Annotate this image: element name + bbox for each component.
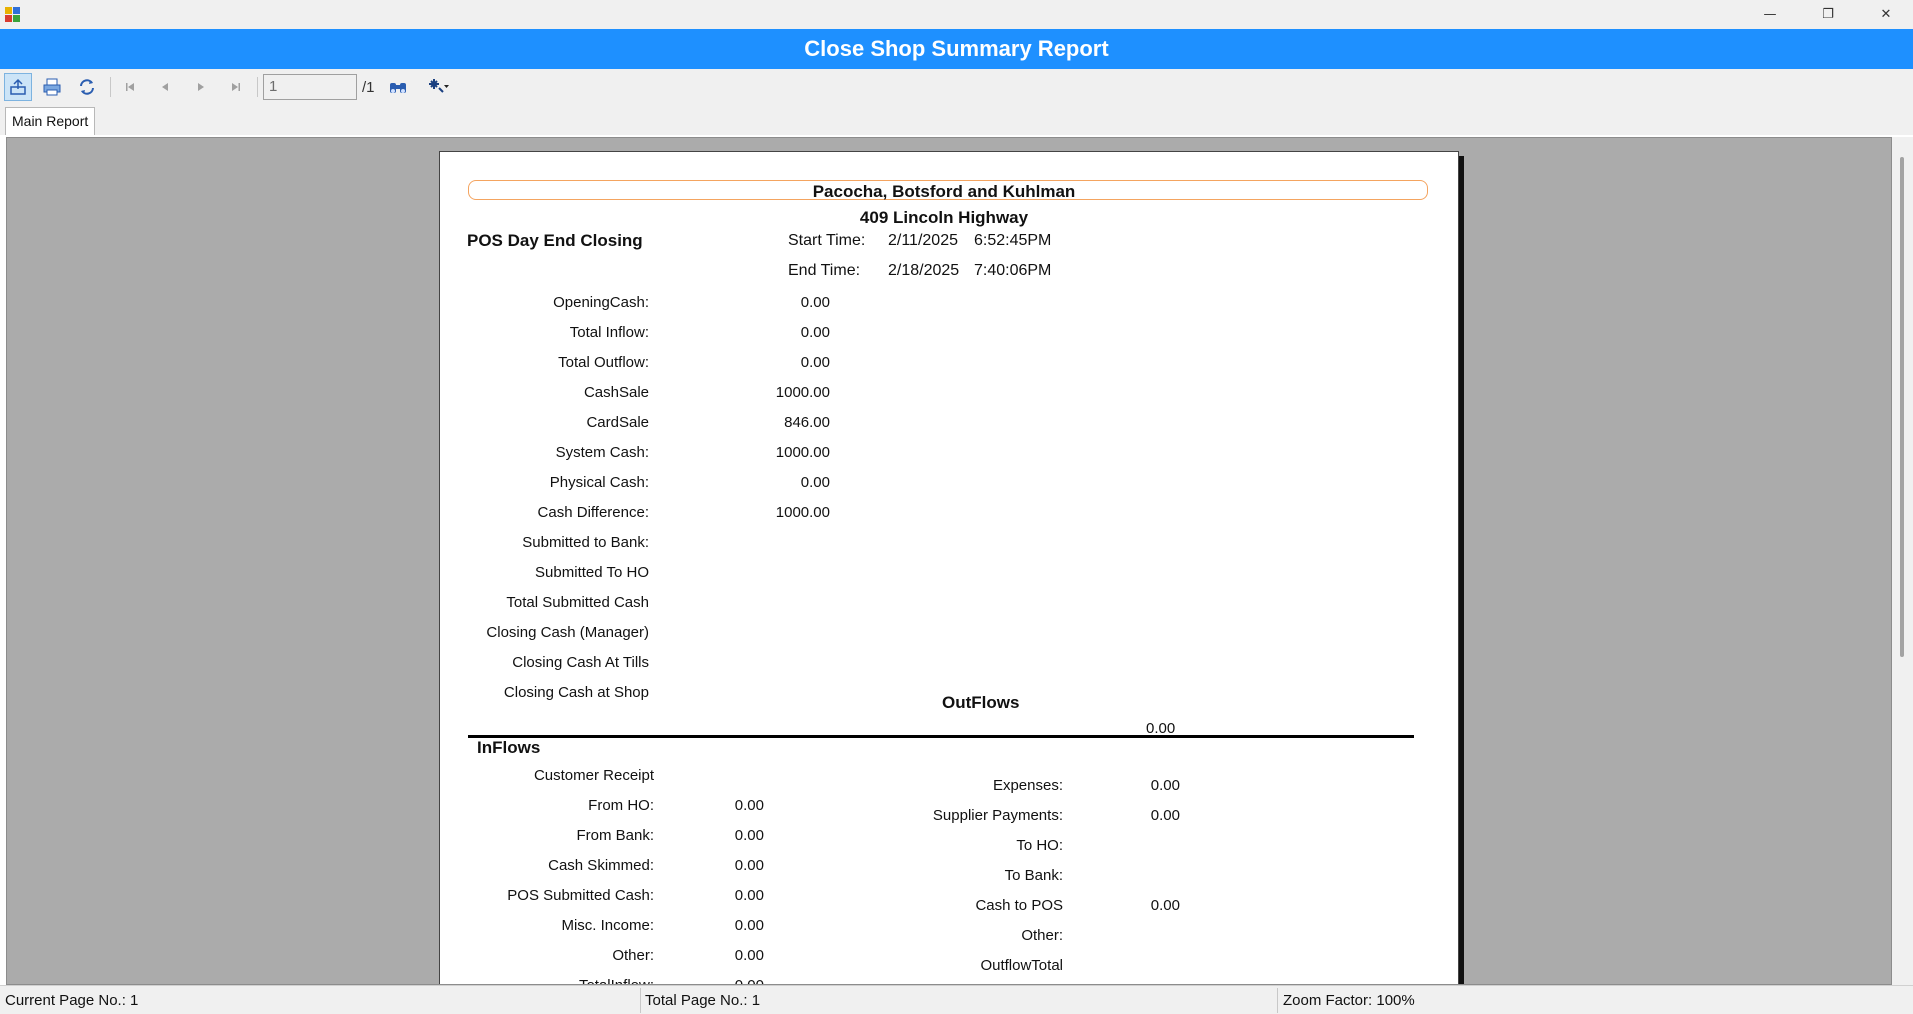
last-page-icon [232, 83, 240, 91]
report-window-header: Close Shop Summary Report [0, 29, 1913, 69]
end-time-label: End Time: [788, 262, 861, 279]
summary-row-value: 1000.00 [775, 384, 830, 401]
tab-main-report[interactable]: Main Report [5, 107, 96, 135]
current-page-status: Current Page No.: 1 [5, 992, 139, 1009]
outflow-row-label: Expenses: [992, 777, 1063, 794]
start-time: 6:52:45PM [974, 232, 1052, 249]
summary-row-label: Submitted To HO [535, 564, 649, 581]
page-number-input[interactable]: 1 [263, 74, 357, 100]
inflows-title: InFlows [477, 738, 541, 757]
total-page-status: Total Page No.: 1 [645, 992, 761, 1009]
previous-page-icon [162, 83, 168, 91]
last-page-button[interactable] [222, 73, 250, 101]
summary-row-label: CashSale [583, 384, 649, 401]
report-viewer[interactable]: Pacocha, Botsford and Kuhlman 409 Lincol… [6, 137, 1892, 985]
previous-page-button[interactable] [151, 73, 179, 101]
status-bar: Current Page No.: 1 Total Page No.: 1 Zo… [0, 985, 1913, 1014]
header-title: Close Shop Summary Report [804, 36, 1109, 61]
vertical-scrollbar[interactable] [1892, 137, 1913, 985]
summary-row-value: 0.00 [800, 294, 830, 311]
summary-row-label: Physical Cash: [549, 474, 649, 491]
tab-strip: Main Report [0, 105, 1913, 135]
inflow-row-label: TotalInflow: [440, 977, 654, 984]
summary-row-value: 0.00 [800, 474, 830, 491]
refresh-button[interactable] [73, 73, 101, 101]
summary-row-label: CardSale [586, 414, 649, 431]
outflow-row-value: 0.00 [1150, 807, 1180, 824]
export-button[interactable] [4, 73, 32, 101]
next-page-icon [198, 83, 204, 91]
summary-row-label: Total Submitted Cash [506, 594, 649, 611]
inflow-row-label: Misc. Income: [561, 917, 654, 934]
minimize-button[interactable]: — [1741, 0, 1799, 29]
summary-row-value: 846.00 [784, 414, 830, 431]
find-button[interactable] [384, 73, 412, 101]
outflow-row-label: OutflowTotal [980, 957, 1063, 974]
print-button[interactable] [38, 73, 66, 101]
inflow-row-value: 0.00 [734, 797, 764, 814]
inflow-row-label: Cash Skimmed: [548, 857, 654, 874]
inflow-row-label: Other: [612, 947, 654, 964]
inflow-row-value: 0.00 [734, 827, 764, 844]
start-date: 2/11/2025 [888, 232, 958, 249]
inflow-row-label: POS Submitted Cash: [507, 887, 654, 904]
summary-row-value: 0.00 [800, 324, 830, 341]
start-time-label: Start Time: [788, 232, 866, 249]
inflow-row-label: Customer Receipt [533, 767, 654, 784]
inflow-row-label: From Bank: [576, 827, 654, 844]
app-icon [5, 7, 20, 22]
first-page-button[interactable] [116, 73, 144, 101]
outflows-title: OutFlows [942, 693, 1020, 712]
summary-row-value: 1000.00 [775, 504, 830, 521]
summary-row-label: OpeningCash: [553, 294, 649, 311]
company-name: Pacocha, Botsford and Kuhlman [812, 182, 1076, 201]
print-icon [43, 78, 61, 96]
inflow-row-value: 0.00 [734, 857, 764, 874]
close-button[interactable]: ✕ [1857, 0, 1913, 29]
title-bar: — ❐ ✕ [0, 0, 1913, 29]
section-divider [468, 735, 1414, 738]
end-date: 2/18/2025 [888, 262, 960, 279]
summary-row-label: Submitted to Bank: [522, 534, 649, 551]
inflow-row-value: 0.00 [684, 977, 764, 984]
first-page-icon [126, 83, 134, 91]
inflow-row-label: From HO: [588, 797, 654, 814]
outflow-row-label: Cash to POS [975, 897, 1063, 914]
summary-row-label: Closing Cash at Shop [503, 684, 649, 701]
next-page-button[interactable] [187, 73, 215, 101]
summary-row-label: Closing Cash (Manager) [486, 624, 649, 641]
zoom-status: Zoom Factor: 100% [1283, 992, 1415, 1009]
inflow-row-value: 0.00 [734, 947, 764, 964]
outflow-row-label: Supplier Payments: [932, 807, 1063, 824]
summary-row-value: 1000.00 [775, 444, 830, 461]
summary-row-label: Closing Cash At Tills [512, 654, 649, 671]
zoom-icon [429, 79, 449, 93]
summary-row-label: Total Outflow: [558, 354, 649, 371]
scrollbar-thumb[interactable] [1900, 157, 1904, 657]
outflow-row-label: Other: [1021, 927, 1063, 944]
restore-button[interactable]: ❐ [1799, 0, 1857, 29]
zoom-dropdown-button[interactable] [419, 73, 459, 101]
summary-row-label: Total Inflow: [569, 324, 649, 341]
outflow-row-label: To Bank: [1004, 867, 1063, 884]
export-icon [10, 78, 26, 95]
page-total-label: /1 [362, 79, 375, 96]
find-icon [390, 83, 406, 93]
outflow-row-label: To HO: [1016, 837, 1063, 854]
summary-row-label: Cash Difference: [537, 504, 649, 521]
section-title: POS Day End Closing [467, 231, 643, 250]
inflow-row-value: 0.00 [734, 887, 764, 904]
refresh-icon [80, 79, 94, 95]
summary-row-value: 0.00 [800, 354, 830, 371]
inflow-row-value: 0.00 [734, 917, 764, 934]
outflow-row-value: 0.00 [1150, 897, 1180, 914]
outflow-row-value: 0.00 [1150, 777, 1180, 794]
summary-row-label: System Cash: [555, 444, 649, 461]
company-address: 409 Lincoln Highway [859, 208, 1029, 227]
end-time: 7:40:06PM [974, 262, 1052, 279]
report-page: Pacocha, Botsford and Kuhlman 409 Lincol… [439, 151, 1459, 984]
